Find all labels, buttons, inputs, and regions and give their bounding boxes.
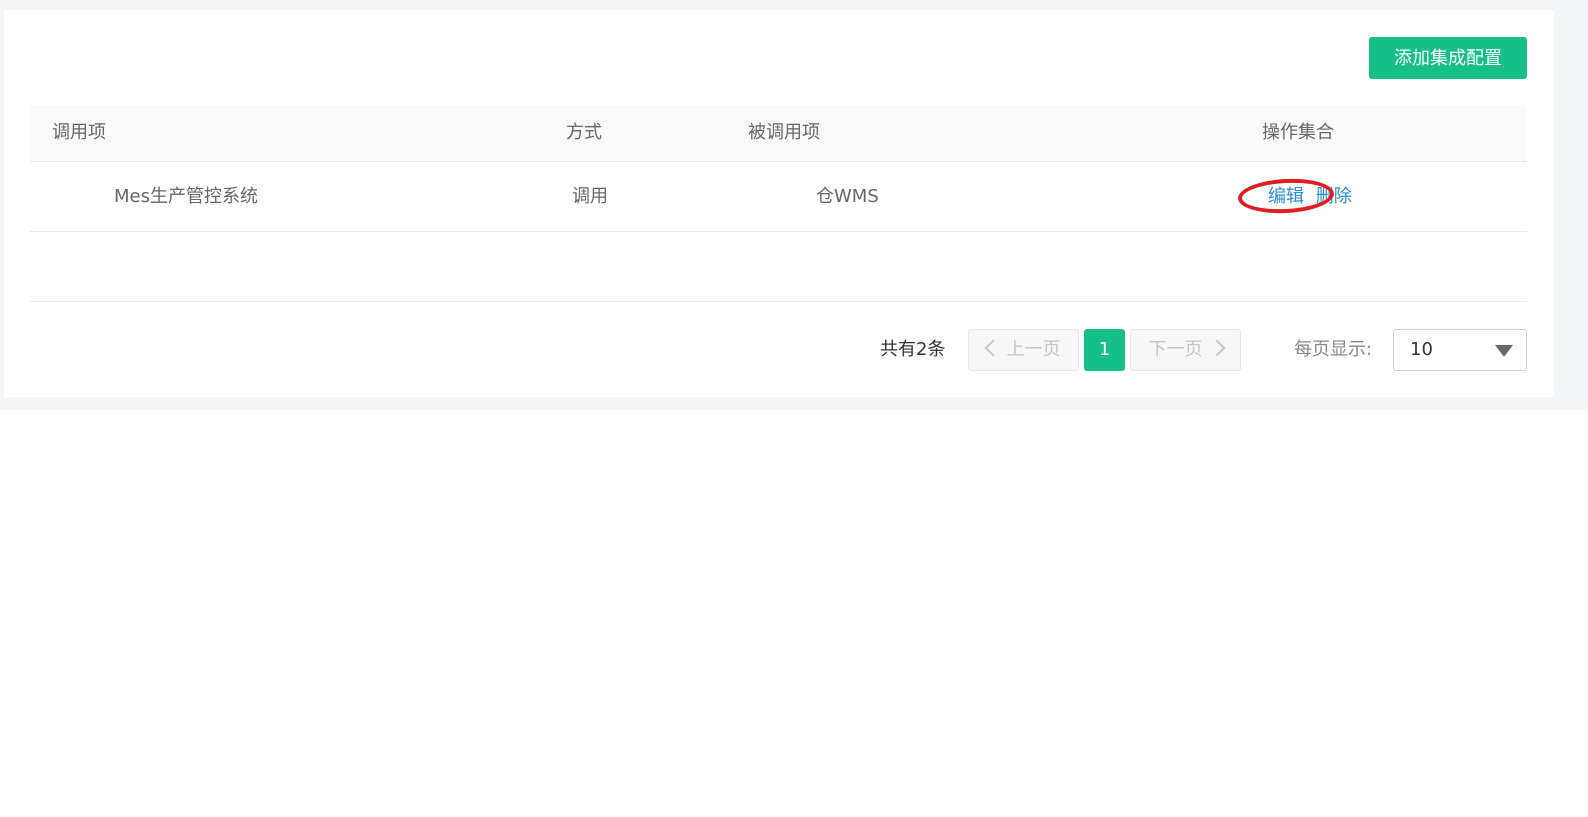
add-integration-config-button[interactable]: 添加集成配置 — [1369, 37, 1527, 79]
cell-method: 调用 — [572, 186, 608, 207]
cell-callee: 仓WMS — [816, 162, 906, 231]
header-method: 方式 — [566, 122, 602, 143]
table-row: Mes生产管控系统 调用 仓WMS 编辑 删除 — [30, 162, 1527, 232]
header-callee: 被调用项 — [748, 122, 820, 143]
caret-down-icon — [1495, 345, 1513, 357]
chevron-right-icon — [1208, 339, 1225, 357]
per-page-select[interactable]: 10 — [1393, 329, 1527, 371]
header-caller: 调用项 — [52, 122, 106, 143]
cell-caller: Mes生产管控系统 — [114, 162, 258, 231]
per-page-value: 10 — [1410, 339, 1433, 360]
callee-text: 仓WMS — [816, 186, 879, 207]
table-row-empty — [30, 232, 1527, 302]
integration-table: 调用项 方式 被调用项 操作集合 Mes生产管控系统 调用 仓WMS 编辑 删除 — [30, 105, 1527, 302]
cell-actions: 编辑 删除 — [1268, 162, 1352, 231]
table-header: 调用项 方式 被调用项 操作集合 — [30, 105, 1527, 162]
next-page-button[interactable]: 下一页 — [1130, 329, 1241, 371]
next-page-label: 下一页 — [1148, 339, 1203, 360]
prev-page-button[interactable]: 上一页 — [968, 329, 1079, 371]
per-page-label: 每页显示: — [1294, 339, 1373, 360]
total-count: 共有2条 — [880, 339, 946, 360]
edit-link[interactable]: 编辑 — [1268, 186, 1304, 207]
delete-link[interactable]: 删除 — [1316, 186, 1352, 207]
caller-text: Mes生产管控系统 — [114, 186, 258, 207]
chevron-left-icon — [984, 339, 1001, 357]
page-number-current[interactable]: 1 — [1084, 329, 1125, 371]
prev-page-label: 上一页 — [1006, 339, 1061, 360]
header-actions: 操作集合 — [1262, 122, 1334, 143]
